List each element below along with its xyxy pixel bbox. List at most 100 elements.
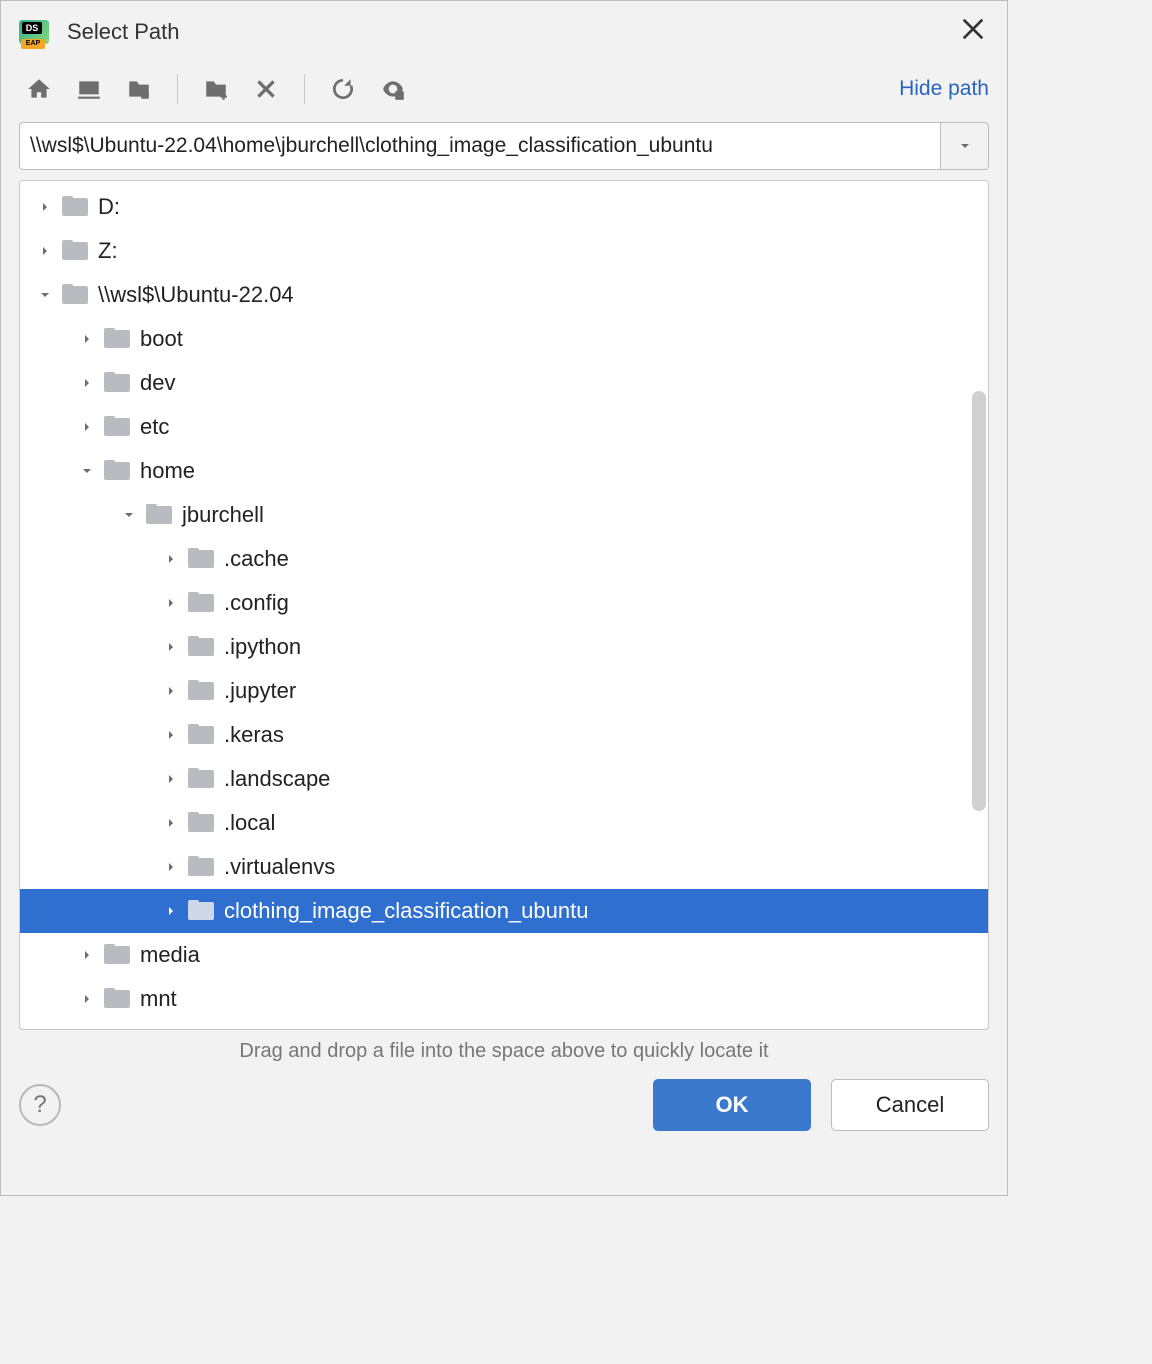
tree-row[interactable]: \\wsl$\Ubuntu-22.04 [20,273,988,317]
show-hidden-icon[interactable] [379,75,407,103]
tree-row[interactable]: mnt [20,977,988,1021]
path-row: \\wsl$\Ubuntu-22.04\home\jburchell\cloth… [1,104,1007,170]
new-folder-icon[interactable] [202,75,230,103]
folder-icon [188,856,214,878]
close-icon[interactable] [957,13,989,50]
folder-tree: D: Z: \\wsl$\Ubuntu-22.04 boot dev etc home jbu… [19,180,989,1030]
tree-row[interactable]: .virtualenvs [20,845,988,889]
help-button[interactable]: ? [19,1084,61,1126]
tree-row[interactable]: .ipython [20,625,988,669]
chevron-right-icon[interactable] [160,812,182,834]
tree-row[interactable]: .local [20,801,988,845]
folder-icon [62,284,88,306]
tree-row-label: .landscape [224,766,330,792]
chevron-down-icon[interactable] [118,504,140,526]
chevron-right-icon[interactable] [76,944,98,966]
tree-row-label: boot [140,326,183,352]
chevron-right-icon[interactable] [160,768,182,790]
dataspell-icon: DSEAP [19,17,49,47]
folder-icon [104,460,130,482]
tree-row[interactable]: media [20,933,988,977]
cancel-button[interactable]: Cancel [831,1079,989,1131]
folder-icon [146,504,172,526]
tree-row-label: .ipython [224,634,301,660]
tree-row[interactable]: .landscape [20,757,988,801]
path-input[interactable]: \\wsl$\Ubuntu-22.04\home\jburchell\cloth… [19,122,941,170]
tree-row[interactable]: .jupyter [20,669,988,713]
chevron-right-icon[interactable] [76,328,98,350]
folder-icon [188,768,214,790]
tree-row[interactable]: clothing_image_classification_ubuntu [20,889,988,933]
folder-icon [188,724,214,746]
titlebar: DSEAP Select Path [1,1,1007,58]
hint-text: Drag and drop a file into the space abov… [1,1030,1007,1069]
tree-row-label: .keras [224,722,284,748]
chevron-down-icon[interactable] [34,284,56,306]
tree-row-label: dev [140,370,175,396]
dialog-buttons: ? OK Cancel [1,1069,1007,1149]
tree-row-label: D: [98,194,120,220]
tree-row-label: media [140,942,200,968]
tree-row[interactable]: Z: [20,229,988,273]
tree-row[interactable]: D: [20,185,988,229]
folder-icon [188,548,214,570]
chevron-right-icon[interactable] [76,372,98,394]
dialog-title: Select Path [67,19,957,45]
chevron-right-icon[interactable] [160,856,182,878]
refresh-icon[interactable] [329,75,357,103]
tree-row-label: etc [140,414,169,440]
folder-icon [188,636,214,658]
ok-button[interactable]: OK [653,1079,811,1131]
tree-row-label: .cache [224,546,289,572]
chevron-right-icon[interactable] [160,724,182,746]
hide-path-link[interactable]: Hide path [899,77,989,101]
tree-row-label: mnt [140,986,177,1012]
tree-row[interactable]: dev [20,361,988,405]
delete-icon[interactable] [252,75,280,103]
tree-row[interactable]: home [20,449,988,493]
tree-row[interactable]: jburchell [20,493,988,537]
chevron-right-icon[interactable] [160,900,182,922]
path-dropdown-button[interactable] [941,122,989,170]
chevron-right-icon[interactable] [34,240,56,262]
tree-row[interactable]: boot [20,317,988,361]
folder-icon [62,240,88,262]
tree-row-label: \\wsl$\Ubuntu-22.04 [98,282,294,308]
folder-icon [188,592,214,614]
chevron-right-icon[interactable] [160,636,182,658]
chevron-right-icon[interactable] [76,416,98,438]
tree-row-label: .jupyter [224,678,296,704]
folder-icon [62,196,88,218]
toolbar-separator [177,74,178,104]
chevron-right-icon[interactable] [160,592,182,614]
tree-row[interactable]: .config [20,581,988,625]
tree-row-label: clothing_image_classification_ubuntu [224,898,588,924]
folder-icon [104,328,130,350]
folder-icon [104,372,130,394]
tree-row[interactable]: .cache [20,537,988,581]
path-input-text: \\wsl$\Ubuntu-22.04\home\jburchell\cloth… [30,134,713,158]
folder-icon [104,416,130,438]
folder-icon [188,812,214,834]
folder-icon [104,944,130,966]
chevron-down-icon[interactable] [76,460,98,482]
tree-row-label: .local [224,810,275,836]
folder-icon [188,900,214,922]
tree-row[interactable]: .keras [20,713,988,757]
scrollbar[interactable] [972,391,986,811]
toolbar-separator [304,74,305,104]
tree-row[interactable]: opt [20,1021,988,1029]
folder-icon [104,988,130,1010]
tree-row[interactable]: etc [20,405,988,449]
home-icon[interactable] [25,75,53,103]
project-dir-icon[interactable] [125,75,153,103]
chevron-right-icon[interactable] [160,548,182,570]
toolbar: Hide path [1,58,1007,104]
tree-row-label: jburchell [182,502,264,528]
tree-row-label: Z: [98,238,118,264]
chevron-right-icon[interactable] [34,196,56,218]
tree-row-label: .virtualenvs [224,854,335,880]
chevron-right-icon[interactable] [160,680,182,702]
chevron-right-icon[interactable] [76,988,98,1010]
desktop-icon[interactable] [75,75,103,103]
